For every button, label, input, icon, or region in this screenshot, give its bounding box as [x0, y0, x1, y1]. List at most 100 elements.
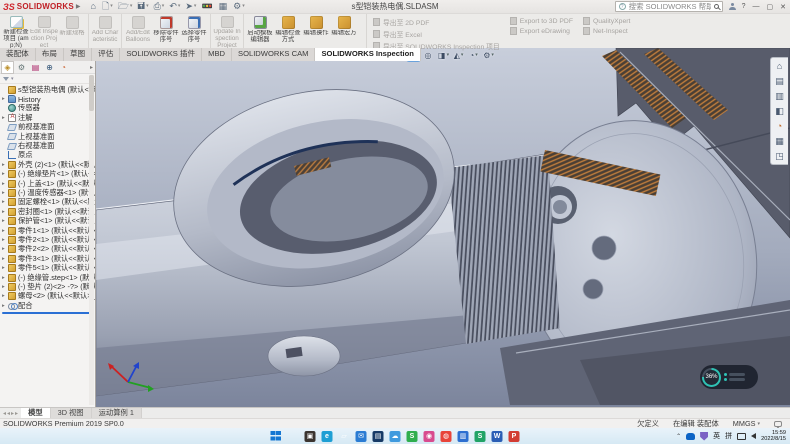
close-button[interactable]: ✕: [780, 3, 786, 11]
security-shield-icon[interactable]: [700, 432, 708, 441]
edge[interactable]: e: [322, 431, 333, 442]
store[interactable]: ▤: [373, 431, 384, 442]
command-tab[interactable]: 装配体: [0, 48, 36, 61]
ribbon-button[interactable]: Add Characteristic: [88, 14, 119, 48]
save[interactable]: 🖬▾: [137, 2, 148, 11]
restore-button[interactable]: ▢: [767, 3, 774, 11]
appearances[interactable]: ◔: [774, 120, 786, 132]
tree-filter-row[interactable]: ▾: [0, 74, 95, 84]
export-menu-item[interactable]: QualityXpert: [583, 17, 630, 25]
start[interactable]: [271, 431, 282, 442]
command-tab[interactable]: SOLIDWORKS Inspection: [315, 48, 420, 61]
solidworks-resources[interactable]: ⌂: [774, 60, 786, 72]
command-tab[interactable]: SOLIDWORKS 插件: [120, 48, 202, 61]
dimxpertmanager-tab[interactable]: ⊕: [44, 62, 55, 73]
select[interactable]: ➤▾: [185, 2, 196, 11]
options[interactable]: ⚙▾: [233, 2, 245, 11]
onedrive-icon[interactable]: [686, 433, 695, 440]
photos[interactable]: ◉: [424, 431, 435, 442]
network-icon[interactable]: [737, 433, 746, 440]
tree-item[interactable]: 原点: [0, 151, 95, 160]
ribbon-button[interactable]: Edit Inspection Project: [30, 14, 58, 48]
tree-item[interactable]: ▸ 零件5<1> (默认<<默认>_显示状态: [0, 263, 95, 272]
rollback-bar[interactable]: [2, 312, 93, 314]
search-icon[interactable]: [714, 4, 719, 9]
ribbon-button[interactable]: 编辑检查方式: [274, 14, 302, 48]
undo[interactable]: ↶▾: [169, 2, 180, 11]
login-person-icon[interactable]: [729, 3, 736, 10]
ribbon-button[interactable]: 新建规格: [58, 14, 86, 48]
ribbon-button[interactable]: 启动模板编辑器: [243, 14, 274, 48]
tree-item[interactable]: ▸ 固定螺栓<1> (默认<<默认>_显示: [0, 198, 95, 207]
command-tab[interactable]: MBD: [202, 48, 232, 61]
file-properties[interactable]: ▦: [219, 2, 229, 11]
ribbon-button[interactable]: 选择零件序号: [180, 14, 208, 48]
ribbon-button[interactable]: Add/Edit Balloons: [121, 14, 152, 48]
tree-scrollbar[interactable]: [89, 75, 94, 405]
viewport-3d-model[interactable]: [96, 48, 790, 418]
rebuild[interactable]: 🚥: [201, 2, 213, 11]
green-app[interactable]: S: [407, 431, 418, 442]
tree-item[interactable]: 前视基准面: [0, 123, 95, 132]
file-explorer[interactable]: ▱: [339, 431, 350, 442]
tree-item[interactable]: ▸ (-) 温度传感器<1> (默认<<默认>_: [0, 188, 95, 197]
print[interactable]: ⎙▾: [154, 2, 165, 11]
tree-item[interactable]: ▸ 零件2<2> (默认<<默认>_显示状态: [0, 245, 95, 254]
tree-item[interactable]: ▸ 零件2<1> (默认<<默认>_显示状态: [0, 235, 95, 244]
clock[interactable]: 15:59 2022/8/15: [761, 430, 786, 442]
ribbon-button[interactable]: 新建检查项目 (amp;N): [2, 14, 30, 48]
ribbon-button[interactable]: 移除零件序号: [152, 14, 180, 48]
study-tab[interactable]: 3D 视图: [51, 408, 92, 418]
tree-item[interactable]: ▸ 密封圈<1> (默认<<默认>_显示状: [0, 207, 95, 216]
new[interactable]: 🗋▾: [102, 2, 113, 11]
tree-item[interactable]: ▸ 外壳 (2)<1> (默认<<默认>_显示状: [0, 160, 95, 169]
red-app[interactable]: P: [509, 431, 520, 442]
word[interactable]: W: [492, 431, 503, 442]
command-tab[interactable]: 评估: [92, 48, 120, 61]
volume-icon[interactable]: [751, 433, 756, 439]
hidden-icons-chevron[interactable]: ⌃: [676, 433, 681, 440]
study-tab[interactable]: 运动算例 1: [92, 408, 142, 418]
forum[interactable]: ◳: [774, 150, 786, 162]
tree-item[interactable]: ▸ 零件3<1> (默认<<默认>_显示状态: [0, 254, 95, 263]
tree-item[interactable]: ▸ 零件1<1> (默认<<默认>_显示状态: [0, 226, 95, 235]
blue-app[interactable]: ▥: [458, 431, 469, 442]
chrome[interactable]: ◍: [441, 431, 452, 442]
tree-item[interactable]: ▸ (-) 上盖<1> (默认<<默认>_显示状: [0, 179, 95, 188]
tree-scrollbar-thumb[interactable]: [89, 75, 94, 111]
displaymanager-tab[interactable]: ◔: [58, 62, 69, 73]
command-tab[interactable]: 草图: [64, 48, 92, 61]
export-menu-item[interactable]: 导出至 Excel: [373, 29, 500, 39]
tree-item[interactable]: ▸ 保护管<1> (默认<<默认>_显示状: [0, 216, 95, 225]
configurationmanager-tab[interactable]: ▤: [30, 62, 41, 73]
zoom-indicator[interactable]: 36%: [700, 365, 758, 389]
ribbon-button[interactable]: 编辑操作: [302, 14, 330, 48]
export-menu-item[interactable]: Export eDrawing: [510, 27, 573, 35]
tree-item[interactable]: ▸ 注解: [0, 113, 95, 122]
tree-item[interactable]: ▸ 螺母<2> (默认<<默认>_显示状态: [0, 292, 95, 301]
wps-sheet[interactable]: S: [475, 431, 486, 442]
tree-item[interactable]: ▸ (-) 垫片 (2)<2> -?> (默认<<默认: [0, 282, 95, 291]
weather[interactable]: ☁: [390, 431, 401, 442]
tree-item[interactable]: 右视基准面: [0, 141, 95, 150]
study-tab[interactable]: 模型: [21, 408, 51, 418]
tree-item[interactable]: ▸ 配合: [0, 301, 95, 310]
widgets-app[interactable]: ▣: [305, 431, 316, 442]
tab-scroll-buttons[interactable]: ◂◂▸▸: [0, 408, 21, 418]
mail[interactable]: ✉: [356, 431, 367, 442]
command-tab[interactable]: 布局: [36, 48, 64, 61]
export-menu-item[interactable]: Export to 3D PDF: [510, 17, 573, 25]
view-palette[interactable]: ◧: [774, 105, 786, 117]
help-button[interactable]: ?: [742, 3, 746, 10]
ribbon-button[interactable]: 编辑宏方: [330, 14, 358, 48]
tree-root-item[interactable]: s型铠装热电偶 (默认<默认_显示状态-1: [0, 85, 95, 94]
propertymanager-tab[interactable]: ⚙: [16, 62, 27, 73]
ribbon-button[interactable]: Update Inspection Project: [210, 14, 241, 48]
featuremanager-tab[interactable]: ◈: [2, 62, 13, 73]
unit-system-selector[interactable]: MMGS▾: [733, 419, 760, 428]
minimize-button[interactable]: —: [753, 3, 760, 10]
file-explorer[interactable]: ▥: [774, 90, 786, 102]
design-library[interactable]: ▤: [774, 75, 786, 87]
ime-english-indicator[interactable]: 英: [713, 431, 720, 441]
panel-tab-overflow[interactable]: ▸: [90, 64, 93, 71]
